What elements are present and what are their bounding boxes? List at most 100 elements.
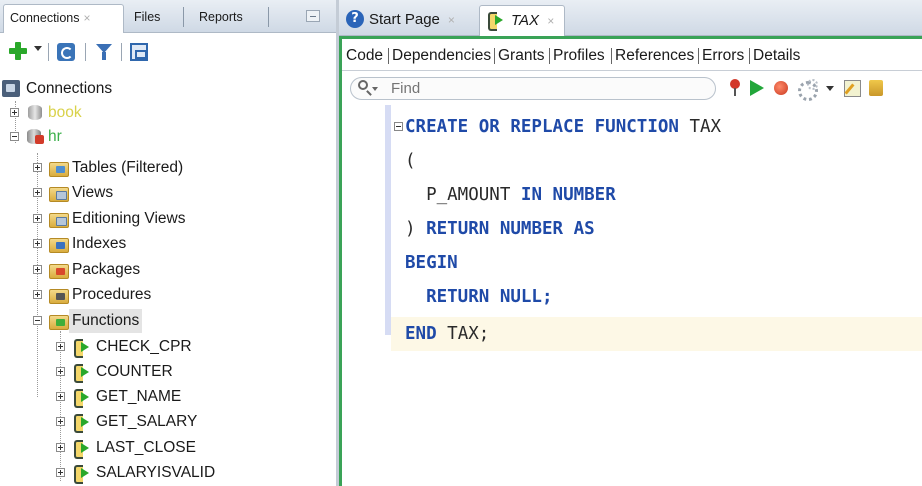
connections-tree: Connections book hr Tables (Filtered) Vi… <box>0 71 336 486</box>
find-box <box>350 77 716 100</box>
chevron-down-icon[interactable] <box>372 87 378 91</box>
close-icon[interactable]: × <box>84 11 91 25</box>
connections-icon <box>2 80 20 97</box>
tree-node-procedures[interactable]: Procedures <box>0 283 300 307</box>
collapse-icon[interactable] <box>10 132 19 141</box>
code-token: IN NUMBER <box>520 185 616 205</box>
expand-icon[interactable] <box>33 188 42 197</box>
find-input[interactable] <box>391 79 701 98</box>
tab-tax[interactable]: TAX × <box>479 5 565 36</box>
expand-icon[interactable] <box>33 239 42 248</box>
subtab-divider <box>698 48 699 64</box>
tree-node-label: Views <box>72 184 114 201</box>
tree-node-label: COUNTER <box>96 363 173 380</box>
close-icon[interactable]: × <box>547 14 554 28</box>
tree-node-packages[interactable]: Packages <box>0 258 300 282</box>
subtab-code[interactable]: Code <box>346 45 383 69</box>
expand-icon[interactable] <box>56 443 65 452</box>
tree-node-book[interactable]: book <box>0 101 200 125</box>
toolbar-divider <box>121 43 122 61</box>
connections-panel: Connections × Files Reports Connections <box>0 0 336 486</box>
expand-icon[interactable] <box>56 342 65 351</box>
tree-node-indexes[interactable]: Indexes <box>0 232 300 256</box>
tree-node-tables[interactable]: Tables (Filtered) <box>0 156 300 180</box>
code-token: P_AMOUNT <box>426 185 511 205</box>
subtab-dependencies[interactable]: Dependencies <box>392 45 491 69</box>
editor-panel: ? Start Page × TAX × Code Dependencies Gra… <box>339 0 922 486</box>
expand-icon[interactable] <box>33 163 42 172</box>
edit-icon[interactable] <box>843 79 861 97</box>
expand-icon[interactable] <box>56 468 65 477</box>
code-token: RETURN NULL; <box>426 287 553 307</box>
tab-label: TAX <box>511 12 540 29</box>
debug-icon[interactable] <box>772 79 790 97</box>
refresh-icon[interactable] <box>57 43 75 61</box>
tree-node-label: Editioning Views <box>72 210 186 227</box>
subtab-errors[interactable]: Errors <box>702 45 744 69</box>
toolbar-divider <box>48 43 49 61</box>
extra-icon[interactable] <box>867 79 885 97</box>
editioning-views-folder-icon <box>49 210 69 228</box>
subtab-divider <box>494 48 495 64</box>
subtab-profiles[interactable]: Profiles <box>553 45 605 69</box>
expand-icon[interactable] <box>56 367 65 376</box>
indexes-folder-icon <box>49 235 69 253</box>
filter-icon[interactable] <box>96 43 112 61</box>
tree-node-label: book <box>48 104 82 121</box>
expand-icon[interactable] <box>33 214 42 223</box>
tree-node-get-name[interactable]: GET_NAME <box>0 385 330 409</box>
add-connection-icon[interactable] <box>8 41 28 61</box>
packages-folder-icon <box>49 261 69 279</box>
tab-files[interactable]: Files <box>128 4 166 33</box>
tab-connections[interactable]: Connections × <box>3 4 124 33</box>
tree-node-label: LAST_CLOSE <box>96 439 196 456</box>
tab-start-page[interactable]: ? Start Page × <box>343 5 473 36</box>
help-icon: ? <box>346 10 364 28</box>
fold-icon[interactable] <box>394 122 403 131</box>
views-folder-icon <box>49 184 69 202</box>
schema-browser-icon[interactable] <box>130 43 148 61</box>
expand-icon[interactable] <box>56 392 65 401</box>
tree-node-hr[interactable]: hr <box>0 125 200 149</box>
expand-icon[interactable] <box>33 265 42 274</box>
tree-node-get-salary[interactable]: GET_SALARY <box>0 410 330 434</box>
expand-icon[interactable] <box>10 108 19 117</box>
tab-connections-label: Connections <box>10 11 80 25</box>
database-connected-icon <box>26 128 44 145</box>
tree-node-label: Tables (Filtered) <box>72 159 184 176</box>
subtab-references[interactable]: References <box>615 45 694 69</box>
line-gutter <box>342 105 385 486</box>
dropdown-icon[interactable] <box>34 46 42 51</box>
tree-node-last-close[interactable]: LAST_CLOSE <box>0 436 330 460</box>
dropdown-icon[interactable] <box>821 79 839 97</box>
code-token: ( <box>405 151 416 171</box>
code-line-7: END TAX; <box>405 317 489 351</box>
tree-node-check-cpr[interactable]: CHECK_CPR <box>0 335 330 359</box>
tree-node-views[interactable]: Views <box>0 181 300 205</box>
tree-node-salaryisvalid[interactable]: SALARYISVALID <box>0 461 330 485</box>
tab-reports[interactable]: Reports <box>193 4 249 33</box>
minimize-panel-button[interactable] <box>306 10 320 22</box>
subtab-grants[interactable]: Grants <box>498 45 545 69</box>
pin-icon[interactable] <box>726 79 744 97</box>
expand-icon[interactable] <box>33 290 42 299</box>
collapse-icon[interactable] <box>33 316 42 325</box>
tree-node-functions[interactable]: Functions <box>0 309 300 333</box>
expand-icon[interactable] <box>56 417 65 426</box>
code-token: END <box>405 324 437 344</box>
tree-node-label: SALARYISVALID <box>96 464 216 481</box>
procedures-folder-icon <box>49 286 69 304</box>
function-icon <box>72 413 90 433</box>
subtab-details[interactable]: Details <box>753 45 800 69</box>
tree-node-editioning-views[interactable]: Editioning Views <box>0 207 300 231</box>
tree-node-counter[interactable]: COUNTER <box>0 360 330 384</box>
code-line-3: P_AMOUNT IN NUMBER <box>405 178 616 212</box>
tab-divider <box>183 7 184 27</box>
code-editor[interactable]: CREATE OR REPLACE FUNCTION TAX ( P_AMOUN… <box>342 105 922 486</box>
tree-node-label: CHECK_CPR <box>96 338 192 355</box>
run-icon[interactable] <box>747 79 765 97</box>
function-icon <box>72 439 90 459</box>
compile-icon[interactable] <box>798 79 818 101</box>
close-icon[interactable]: × <box>448 13 455 27</box>
search-icon[interactable] <box>358 80 368 90</box>
